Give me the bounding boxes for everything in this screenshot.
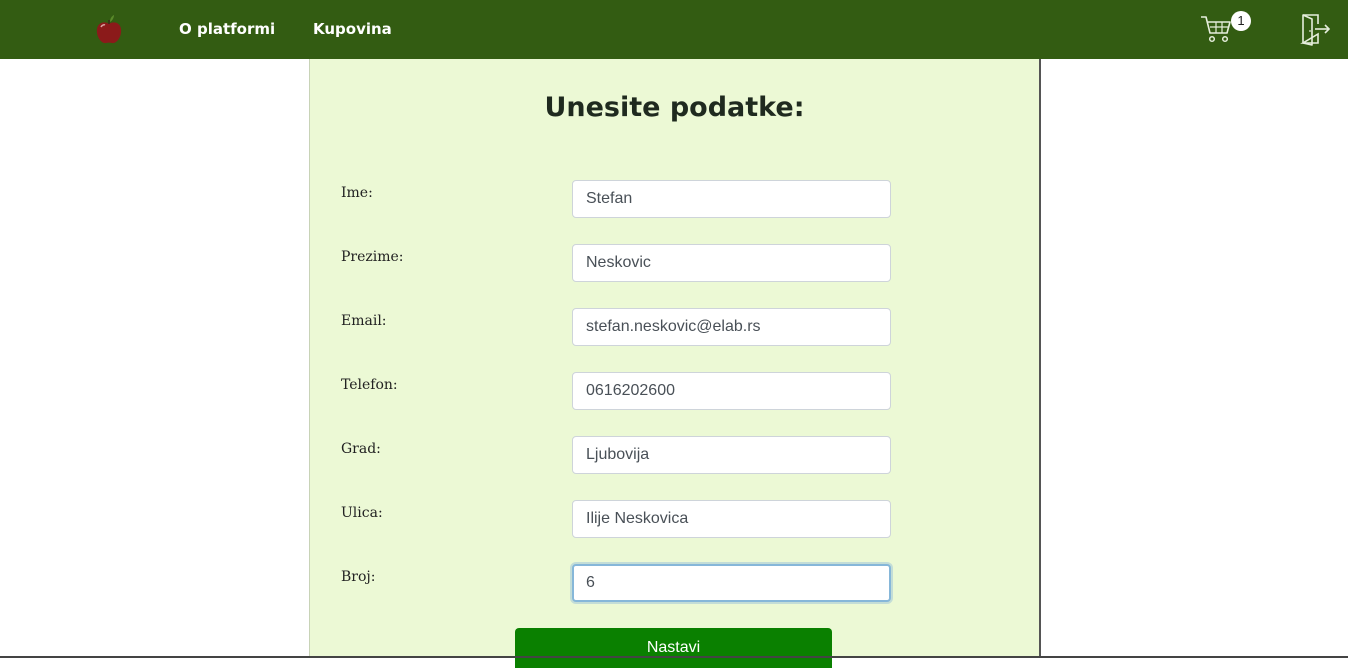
house-number-label: Broj:	[341, 569, 376, 585]
continue-button[interactable]: Nastavi	[515, 628, 832, 668]
cart-icon	[1201, 16, 1231, 43]
last-name-input[interactable]	[572, 244, 891, 282]
field-row-first-name: Ime:	[310, 180, 1039, 218]
phone-input[interactable]	[572, 372, 891, 410]
field-row-last-name: Prezime:	[310, 244, 1039, 282]
first-name-input[interactable]	[572, 180, 891, 218]
field-row-email: Email:	[310, 308, 1039, 346]
phone-label: Telefon:	[341, 377, 398, 393]
form-title: Unesite podatke:	[544, 92, 805, 123]
logout-door-icon	[1300, 14, 1331, 46]
email-label: Email:	[341, 313, 387, 329]
cart-count-badge: 1	[1231, 11, 1251, 31]
top-navbar: O platformi Kupovina 1	[0, 0, 1348, 59]
email-input[interactable]	[572, 308, 891, 346]
street-input[interactable]	[572, 500, 891, 538]
field-row-number: Broj:	[310, 564, 1039, 602]
street-label: Ulica:	[341, 505, 383, 521]
field-row-city: Grad:	[310, 436, 1039, 474]
last-name-label: Prezime:	[341, 249, 404, 265]
cart-button[interactable]: 1	[1200, 11, 1254, 45]
field-row-phone: Telefon:	[310, 372, 1039, 410]
field-row-street: Ulica:	[310, 500, 1039, 538]
nav-link-shop[interactable]: Kupovina	[313, 19, 392, 39]
first-name-label: Ime:	[341, 185, 373, 201]
nav-link-about[interactable]: O platformi	[179, 19, 275, 39]
logout-button[interactable]	[1300, 12, 1332, 46]
city-label: Grad:	[341, 441, 381, 457]
city-input[interactable]	[572, 436, 891, 474]
form-panel: Unesite podatke: Ime: Prezime: Email: Te…	[309, 59, 1041, 668]
apple-logo-icon[interactable]	[95, 15, 123, 45]
house-number-input[interactable]	[572, 564, 891, 602]
